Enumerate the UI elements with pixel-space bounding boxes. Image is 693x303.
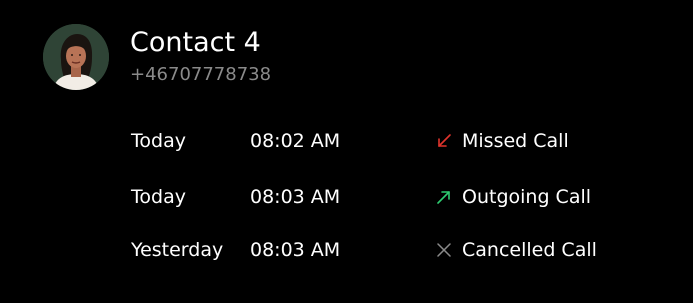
call-day: Today <box>131 130 186 152</box>
call-type-label: Cancelled Call <box>462 239 597 261</box>
contact-name: Contact 4 <box>130 27 261 58</box>
call-time: 08:03 AM <box>250 186 341 208</box>
call-type-label: Outgoing Call <box>462 186 592 208</box>
outgoing-call-arrow-icon <box>435 188 453 206</box>
contact-avatar <box>43 24 109 90</box>
cancelled-call-x-icon <box>435 241 453 259</box>
call-history-panel: Contact 4 +46707778738 Today 08:02 AM Mi… <box>8 0 685 295</box>
call-time: 08:03 AM <box>250 239 341 261</box>
call-time: 08:02 AM <box>250 130 341 152</box>
call-log-row[interactable]: Yesterday 08:03 AM Cancelled Call <box>8 235 685 265</box>
call-type-label: Missed Call <box>462 130 569 152</box>
person-avatar-icon <box>43 24 109 90</box>
missed-call-arrow-icon <box>435 132 453 150</box>
call-day: Yesterday <box>131 239 224 261</box>
contact-phone-number: +46707778738 <box>130 64 272 85</box>
call-log-row[interactable]: Today 08:02 AM Missed Call <box>8 126 685 156</box>
call-log-row[interactable]: Today 08:03 AM Outgoing Call <box>8 182 685 212</box>
call-day: Today <box>131 186 186 208</box>
